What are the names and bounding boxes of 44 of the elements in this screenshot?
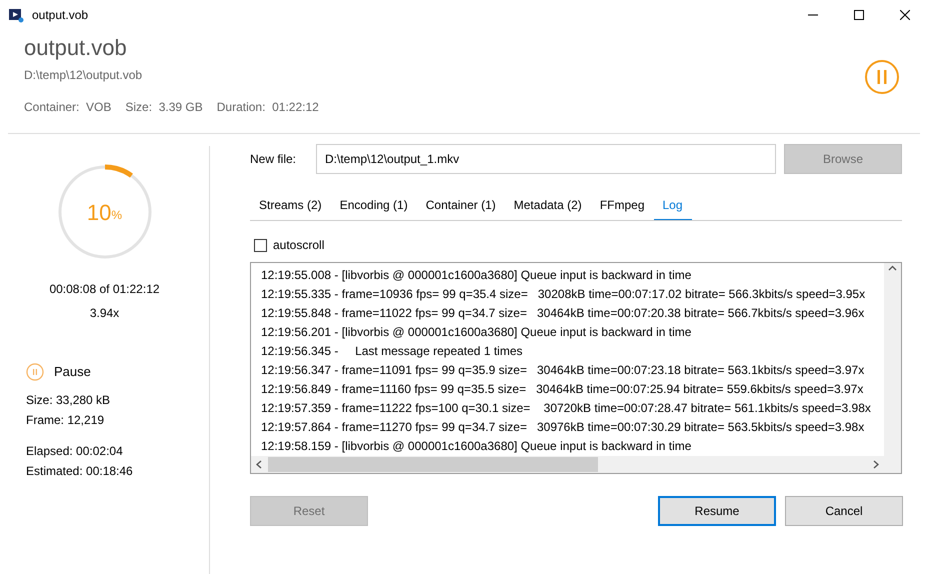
close-icon [900,10,910,20]
log-line: 12:19:57.864 - frame=11270 fps= 99 q=34.7 size= 30976kB time=00:07:30.29 bitrate= 563.5kbits/s speed=3.98x [261,419,866,436]
app-icon [8,7,24,23]
log-line: 12:19:56.849 - frame=11160 fps= 99 q=35.5 size= 30464kB time=00:07:25.94 bitrate= 559.6kbits/s speed=3.97x [261,381,864,398]
file-path: D:\temp\12\output.vob [24,67,144,84]
autoscroll-checkbox[interactable]: autoscroll [254,236,902,254]
log-line: 12:19:55.335 - frame=10936 fps= 99 q=35.4 size= 30208kB time=00:07:17.02 bitrate= 566.3kbits/s speed=3.95x [261,286,866,303]
info-text: Size: 3.39 GB [125,99,203,116]
stat-text: Elapsed: 00:02:04 [26,442,124,460]
stat-text: Estimated: 00:18:46 [26,462,134,480]
percent-unit: % [111,207,122,224]
log-line: 12:19:57.359 - frame=11222 fps=100 q=30.1 size= 30720kB time=00:07:28.47 bitrate= 561.1kbits/s speed=3.98x [261,400,872,417]
action-button[interactable]: Resume [658,496,776,526]
info-text: Duration: 01:22:12 [216,99,319,116]
tab[interactable]: Metadata (2) [504,190,591,220]
tab[interactable]: Encoding (1) [330,190,417,220]
log-line: 12:19:55.008 - [libvorbis @ 000001c1600a3680] Queue input is backward in time [261,267,692,284]
speed-text: 3.94x [88,305,120,322]
file-path-field[interactable]: D:\temp\12\output_1.mkv [316,144,776,174]
pause-icon [26,362,44,381]
tab[interactable]: Streams (2) [250,190,331,220]
position-text: 00:08:08 of 01:22:12 [48,281,161,298]
file-title: output.vob [24,34,128,62]
info-text: Container: VOB [24,99,112,116]
log-line: 12:19:56.201 - [libvorbis @ 000001c1600a3680] Queue input is backward in time [261,324,692,341]
tab[interactable]: Log [654,190,692,220]
scrollbar-thumb[interactable] [268,457,598,472]
pause-link[interactable]: Pause [26,362,91,382]
vertical-scrollbar[interactable] [884,263,901,456]
tab[interactable]: FFmpeg [590,190,654,220]
percent-text: 10 [86,198,112,226]
stat-text: Frame: 12,219 [26,412,106,428]
stat-text: Size: 33,280 kB [26,392,112,408]
horizontal-scrollbar[interactable] [251,456,884,473]
log-line: 12:19:55.848 - frame=11022 fps= 99 q=34.7 size= 30464kB time=00:07:20.38 bitrate= 566.7kbits/s speed=3.96x [261,305,866,322]
new-file-label: New file: [250,151,298,168]
maximize-icon [854,10,864,20]
tab[interactable]: Container (1) [416,190,505,220]
window-title: output.vob [32,7,88,24]
scroll-up-icon[interactable] [888,265,897,271]
log-line: 12:19:56.345 - Last message repeated 1 times [261,343,524,360]
log-line: 12:19:58.159 - [libvorbis @ 000001c1600a3680] Queue input is backward in time [261,438,692,455]
log-line: 12:19:56.347 - frame=11091 fps= 99 q=35.9 size= 30464kB time=00:07:23.18 bitrate= 563.1kbits/s speed=3.97x [261,362,866,379]
action-button[interactable]: Cancel [785,496,903,526]
